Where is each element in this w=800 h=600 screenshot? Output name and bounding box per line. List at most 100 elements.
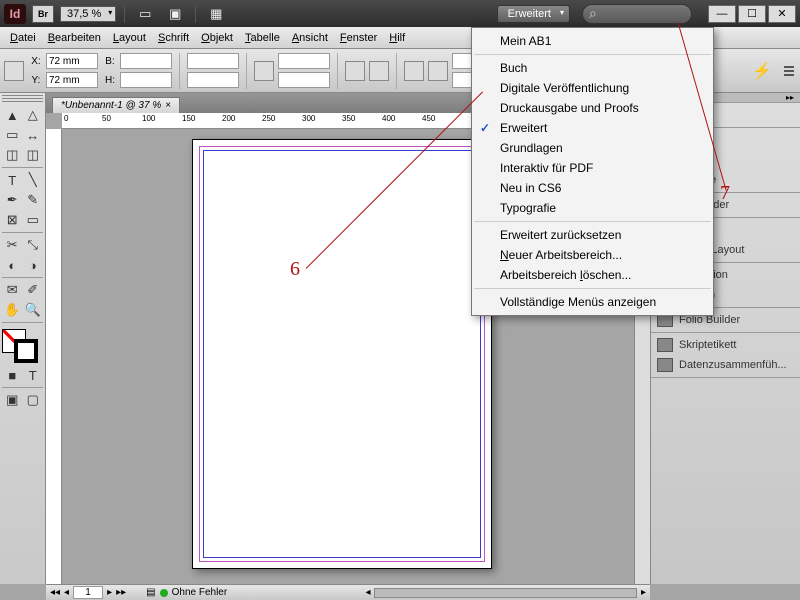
menu-fenster[interactable]: Fenster <box>334 30 383 46</box>
view-mode-preview[interactable]: ▢ <box>23 390 44 410</box>
next-page-icon[interactable]: ▸ <box>107 587 112 598</box>
ws-delete[interactable]: Arbeitsbereich löschen... <box>472 265 713 285</box>
menu-datei[interactable]: Datei <box>4 30 42 46</box>
gap-tool[interactable]: ↔ <box>23 125 44 145</box>
horizontal-scrollbar[interactable] <box>374 588 636 598</box>
type-tool[interactable]: T <box>2 170 23 190</box>
x-label: X: <box>28 56 44 67</box>
fill-stroke-swatches[interactable] <box>2 329 42 365</box>
ws-item-typografie[interactable]: Typografie <box>472 198 713 218</box>
content-collector-tool[interactable]: ◫ <box>2 145 23 165</box>
menu-layout[interactable]: Layout <box>107 30 152 46</box>
arrange-docs-icon[interactable]: ▦ <box>204 4 228 24</box>
gradient-feather-tool[interactable]: ◑ <box>23 255 44 275</box>
quick-apply-icon[interactable]: ⚡ <box>746 61 778 81</box>
page[interactable] <box>192 139 492 569</box>
ws-item-neu[interactable]: Neu in CS6 <box>472 178 713 198</box>
rotate-options[interactable] <box>254 61 274 81</box>
next-spread-icon[interactable]: ▸▸ <box>116 587 126 598</box>
h-input[interactable] <box>120 72 172 88</box>
y-label: Y: <box>28 75 44 86</box>
stroke-swatch[interactable] <box>428 61 448 81</box>
menu-objekt[interactable]: Objekt <box>195 30 239 46</box>
note-tool[interactable]: ✉ <box>2 280 23 300</box>
fill-swatch[interactable] <box>404 61 424 81</box>
ws-item-interaktiv[interactable]: Interaktiv für PDF <box>472 158 713 178</box>
stroke-swatch-box[interactable] <box>14 339 38 363</box>
close-button[interactable]: ✕ <box>768 5 796 23</box>
scale-x-input[interactable] <box>187 53 239 69</box>
shear-input[interactable] <box>278 72 330 88</box>
page-number-input[interactable] <box>73 586 103 599</box>
pen-tool[interactable]: ✒ <box>2 190 23 210</box>
line-tool[interactable]: ╲ <box>23 170 44 190</box>
panel-data-merge[interactable]: Datenzusammenfüh... <box>651 355 800 375</box>
y-input[interactable] <box>46 72 98 88</box>
ws-item-erweitert[interactable]: Erweitert <box>472 118 713 138</box>
workspace-switcher[interactable]: Erweitert <box>497 5 570 23</box>
open-nav-icon[interactable]: ▤ <box>146 587 155 598</box>
direct-selection-tool[interactable]: △ <box>23 105 44 125</box>
apply-none-button[interactable]: T <box>23 365 44 385</box>
zoom-tool[interactable]: 🔍 <box>23 300 44 320</box>
menu-hilfe[interactable]: Hilf <box>383 30 411 46</box>
ws-item-druck[interactable]: Druckausgabe und Proofs <box>472 98 713 118</box>
eyedropper-tool[interactable]: ✐ <box>23 280 44 300</box>
tab-close-icon[interactable]: × <box>165 100 171 111</box>
view-options-icon[interactable]: ▭ <box>133 4 157 24</box>
script-icon <box>657 338 673 352</box>
content-placer-tool[interactable]: ◫ <box>23 145 44 165</box>
ws-reset[interactable]: Erweitert zurücksetzen <box>472 225 713 245</box>
ws-item-buch[interactable]: Buch <box>472 58 713 78</box>
menu-tabelle[interactable]: Tabelle <box>239 30 286 46</box>
control-menu-icon[interactable] <box>782 66 796 76</box>
gradient-swatch-tool[interactable]: ◐ <box>2 255 23 275</box>
prev-page-icon[interactable]: ◂ <box>64 587 69 598</box>
scissors-tool[interactable]: ✂ <box>2 235 23 255</box>
vertical-ruler[interactable] <box>46 129 62 584</box>
menu-ansicht[interactable]: Ansicht <box>286 30 334 46</box>
document-tab[interactable]: *Unbenannt-1 @ 37 % × <box>52 97 180 113</box>
ws-item-grundlagen[interactable]: Grundlagen <box>472 138 713 158</box>
search-input[interactable] <box>582 4 692 24</box>
annotation-7: 7 <box>720 182 730 205</box>
menu-bearbeiten[interactable]: Bearbeiten <box>42 30 107 46</box>
reference-point[interactable] <box>4 61 24 81</box>
page-tool[interactable]: ▭ <box>2 125 23 145</box>
w-input[interactable] <box>120 53 172 69</box>
pencil-tool[interactable]: ✎ <box>23 190 44 210</box>
flip-v-button[interactable] <box>369 61 389 81</box>
scale-y-input[interactable] <box>187 72 239 88</box>
flip-h-button[interactable] <box>345 61 365 81</box>
rotate-input[interactable] <box>278 53 330 69</box>
view-mode-normal[interactable]: ▣ <box>2 390 23 410</box>
hscroll-right-icon[interactable]: ▸ <box>641 587 646 598</box>
selection-tool[interactable]: ▲ <box>2 105 23 125</box>
bridge-button[interactable]: Br <box>32 5 54 23</box>
tools-panel: ▲△ ▭↔ ◫◫ T╲ ✒✎ ⊠▭ ✂⤡ ◐◑ ✉✐ ✋🔍 ■T ▣▢ <box>0 93 46 584</box>
ws-item-digitale[interactable]: Digitale Veröffentlichung <box>472 78 713 98</box>
zoom-combo[interactable]: 37,5 % <box>60 6 116 22</box>
maximize-button[interactable]: ☐ <box>738 5 766 23</box>
prev-spread-icon[interactable]: ◂◂ <box>50 587 60 598</box>
hand-tool[interactable]: ✋ <box>2 300 23 320</box>
screen-mode-icon[interactable]: ▣ <box>163 4 187 24</box>
w-label: B: <box>102 56 118 67</box>
minimize-button[interactable]: — <box>708 5 736 23</box>
menu-schrift[interactable]: Schrift <box>152 30 195 46</box>
rectangle-tool[interactable]: ▭ <box>23 210 44 230</box>
ws-full-menus[interactable]: Vollständige Menüs anzeigen <box>472 292 713 312</box>
ws-new[interactable]: Neuer Arbeitsbereich... <box>472 245 713 265</box>
apply-color-button[interactable]: ■ <box>2 365 23 385</box>
datamerge-icon <box>657 358 673 372</box>
x-input[interactable] <box>46 53 98 69</box>
panel-script-label[interactable]: Skriptetikett <box>651 335 800 355</box>
document-tab-title: *Unbenannt-1 @ 37 % <box>61 100 161 111</box>
hscroll-left-icon[interactable]: ◂ <box>365 587 370 598</box>
ws-item-custom[interactable]: Mein AB1 <box>472 31 713 51</box>
preflight-status-text[interactable]: Ohne Fehler <box>172 587 228 598</box>
panel-grip[interactable] <box>2 95 43 103</box>
free-transform-tool[interactable]: ⤡ <box>23 235 44 255</box>
rectangle-frame-tool[interactable]: ⊠ <box>2 210 23 230</box>
preflight-status-icon[interactable] <box>160 589 168 597</box>
